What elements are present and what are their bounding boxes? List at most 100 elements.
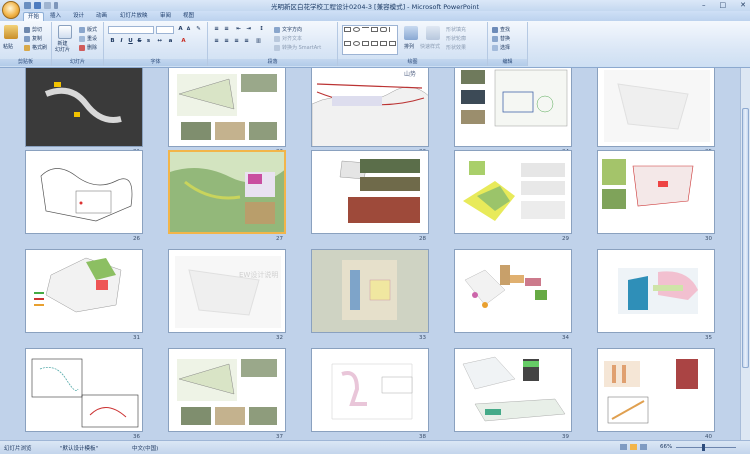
zoom-slider-thumb[interactable]: [702, 444, 705, 451]
slide-thumbnail[interactable]: [454, 348, 572, 432]
decrease-indent-icon[interactable]: ⇤: [235, 26, 242, 33]
replace-button[interactable]: 替换: [492, 35, 510, 42]
slide-thumbnail[interactable]: [168, 68, 286, 147]
save-icon[interactable]: [24, 2, 31, 9]
delete-slide-button[interactable]: 删除: [79, 44, 97, 51]
font-size-select[interactable]: [156, 26, 174, 34]
scroll-thumb[interactable]: [742, 108, 749, 368]
paragraph-label: 段落: [208, 59, 337, 66]
vertical-scrollbar[interactable]: [740, 68, 750, 440]
align-text-icon: [274, 35, 280, 42]
slide-thumbnail[interactable]: [454, 249, 572, 333]
language-status: 中文(中国): [132, 446, 159, 452]
reset-button[interactable]: 重设: [79, 35, 97, 42]
replace-icon: [492, 35, 498, 42]
slide-number: 32: [276, 335, 283, 341]
clear-format-icon[interactable]: ✎: [195, 26, 202, 33]
text-direction-button[interactable]: 文字方向: [274, 26, 302, 33]
cut-button[interactable]: 剪切: [24, 26, 42, 33]
customize-qat-icon[interactable]: [54, 2, 58, 9]
paste-button[interactable]: 粘贴: [3, 43, 13, 50]
undo-icon[interactable]: [34, 2, 41, 9]
slide-thumbnail[interactable]: [25, 348, 143, 432]
select-button[interactable]: 选择: [492, 44, 510, 51]
align-center-icon[interactable]: ≡: [223, 38, 230, 45]
shadow-icon[interactable]: s: [145, 38, 152, 45]
tab-animation[interactable]: 动画: [92, 12, 111, 21]
find-button[interactable]: 查找: [492, 26, 510, 33]
quick-styles-icon[interactable]: [426, 26, 440, 40]
slide-thumbnail[interactable]: EW设计说明: [168, 249, 286, 333]
arrange-button[interactable]: 排列: [404, 43, 414, 50]
find-icon: [492, 26, 498, 33]
bold-icon[interactable]: B: [109, 38, 116, 45]
slide-thumbnail[interactable]: [311, 249, 429, 333]
format-painter-button[interactable]: 格式刷: [24, 44, 47, 51]
shapes-gallery[interactable]: [342, 25, 398, 55]
slide-thumbnail[interactable]: [25, 68, 143, 147]
font-color-icon[interactable]: A: [180, 38, 187, 45]
slide-thumbnail[interactable]: [168, 348, 286, 432]
slideshow-icon[interactable]: [640, 444, 647, 450]
slide-thumbnail[interactable]: [597, 249, 715, 333]
justify-icon[interactable]: ≡: [243, 38, 250, 45]
tab-design[interactable]: 设计: [69, 12, 88, 21]
slide-thumbnail[interactable]: [597, 150, 715, 234]
align-right-icon[interactable]: ≡: [233, 38, 240, 45]
paste-icon[interactable]: [4, 25, 18, 39]
arrange-icon[interactable]: [404, 26, 418, 40]
copy-button[interactable]: 复制: [24, 35, 42, 42]
quick-styles-button[interactable]: 快速样式: [420, 43, 440, 50]
line-spacing-icon[interactable]: ↕: [258, 26, 265, 33]
slide-thumbnail[interactable]: 山势: [311, 68, 429, 147]
font-name-select[interactable]: [108, 26, 154, 34]
layout-button[interactable]: 版式: [79, 26, 97, 33]
slide-preview: [463, 161, 565, 221]
slide-thumbnail[interactable]: [454, 150, 572, 234]
tab-view[interactable]: 视图: [179, 12, 198, 21]
slide-thumbnail[interactable]: [25, 249, 143, 333]
change-case-icon[interactable]: a: [167, 38, 174, 45]
strikethrough-icon[interactable]: S: [136, 38, 143, 45]
maximize-icon[interactable]: □: [720, 0, 727, 11]
slides-label: 幻灯片: [52, 59, 103, 66]
shape-fill-button[interactable]: 形状填充: [446, 26, 466, 33]
slide-preview: [34, 257, 122, 313]
grow-font-icon[interactable]: A: [177, 26, 184, 33]
slide-thumbnail[interactable]: [454, 68, 572, 147]
slide-preview: [602, 159, 694, 209]
slide-sorter-icon[interactable]: [630, 444, 637, 450]
align-left-icon[interactable]: ≡: [213, 38, 220, 45]
slide-thumbnail[interactable]: [311, 150, 429, 234]
close-icon[interactable]: ✕: [740, 0, 746, 11]
slide-thumbnail[interactable]: [597, 348, 715, 432]
align-text-button[interactable]: 对齐文本: [274, 35, 302, 42]
tab-insert[interactable]: 插入: [46, 12, 65, 21]
tab-review[interactable]: 审阅: [156, 12, 175, 21]
increase-indent-icon[interactable]: ⇥: [245, 26, 252, 33]
redo-icon[interactable]: [44, 2, 51, 9]
numbering-icon[interactable]: ≡: [223, 26, 230, 33]
columns-icon[interactable]: ▥: [255, 38, 262, 45]
slide-thumbnail[interactable]: [168, 150, 286, 234]
tab-slideshow[interactable]: 幻灯片放映: [116, 12, 152, 21]
bullets-icon[interactable]: ≡: [213, 26, 220, 33]
new-slide-button[interactable]: 新建 幻灯片: [55, 41, 70, 53]
normal-view-icon[interactable]: [620, 444, 627, 450]
slide-thumbnail[interactable]: [597, 68, 715, 147]
slide-thumbnail[interactable]: [25, 150, 143, 234]
minimize-icon[interactable]: –: [702, 0, 706, 11]
new-slide-icon[interactable]: [58, 25, 72, 39]
underline-icon[interactable]: U: [127, 38, 134, 45]
convert-smartart-button[interactable]: 转换为 SmartArt: [274, 44, 321, 51]
italic-icon[interactable]: I: [118, 38, 125, 45]
office-button[interactable]: [2, 1, 20, 19]
spacing-icon[interactable]: ↔: [156, 38, 163, 45]
zoom-slider[interactable]: [676, 447, 736, 448]
shrink-font-icon[interactable]: A: [185, 26, 192, 33]
shape-effects-button[interactable]: 形状效果: [446, 44, 466, 51]
slide-number: 34: [562, 335, 569, 341]
slide-thumbnail[interactable]: [311, 348, 429, 432]
tab-home[interactable]: 开始: [23, 12, 45, 21]
shape-outline-button[interactable]: 形状轮廓: [446, 35, 466, 42]
